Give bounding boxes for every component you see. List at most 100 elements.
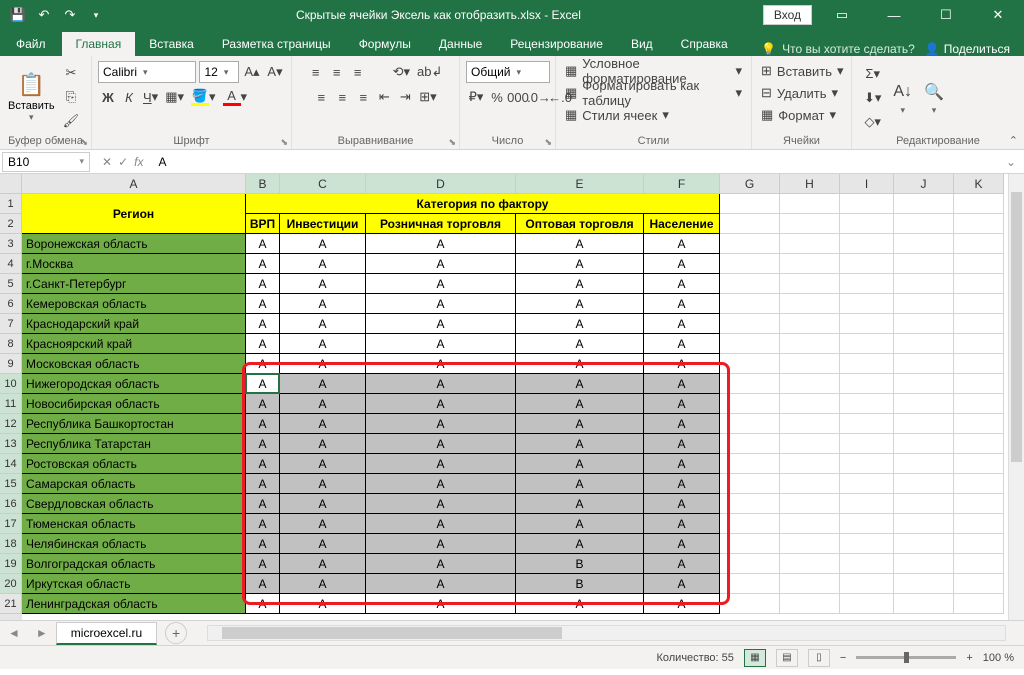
cell[interactable]: А (644, 334, 720, 354)
indent-inc-icon[interactable]: ⇥ (395, 86, 415, 108)
align-mid-icon[interactable]: ≡ (327, 61, 347, 83)
collapse-ribbon-icon[interactable]: ⌃ (1009, 134, 1018, 147)
row-header-12[interactable]: 12 (0, 414, 22, 434)
clear-icon[interactable]: ◇▾ (861, 111, 884, 133)
sort-filter-icon[interactable]: A↓ (890, 81, 915, 103)
cell[interactable]: А (280, 334, 366, 354)
cell[interactable]: Регион (22, 194, 246, 234)
cell[interactable]: Красноярский край (22, 334, 246, 354)
cell[interactable]: А (366, 314, 516, 334)
cell[interactable]: А (280, 494, 366, 514)
cell[interactable]: А (644, 394, 720, 414)
cell[interactable]: А (516, 514, 644, 534)
cell[interactable]: А (246, 394, 280, 414)
cell[interactable] (954, 494, 1004, 514)
cell[interactable]: В (516, 554, 644, 574)
cell[interactable] (954, 594, 1004, 614)
cell[interactable]: А (644, 514, 720, 534)
cell[interactable]: Нижегородская область (22, 374, 246, 394)
minimize-icon[interactable]: — (872, 0, 916, 30)
cell[interactable]: А (366, 534, 516, 554)
cell[interactable]: А (516, 414, 644, 434)
cell[interactable]: А (644, 294, 720, 314)
cell[interactable] (780, 394, 840, 414)
cell[interactable] (780, 494, 840, 514)
cell[interactable]: А (280, 514, 366, 534)
cell[interactable] (840, 414, 894, 434)
cell[interactable]: Республика Башкортостан (22, 414, 246, 434)
col-header-D[interactable]: D (366, 174, 516, 194)
cell[interactable]: А (644, 354, 720, 374)
cell[interactable]: А (366, 234, 516, 254)
format-painter-icon[interactable]: 🖌 (60, 110, 83, 132)
cell-styles-button[interactable]: ▦Стили ячеек▾ (562, 104, 745, 126)
cell[interactable]: Воронежская область (22, 234, 246, 254)
cell[interactable]: А (280, 354, 366, 374)
row-header-2[interactable]: 2 (0, 214, 22, 234)
thousands-icon[interactable]: 000 (508, 86, 528, 108)
cell[interactable]: А (366, 474, 516, 494)
row-header-21[interactable]: 21 (0, 594, 22, 614)
cell[interactable]: Иркутская область (22, 574, 246, 594)
italic-icon[interactable]: К (119, 86, 139, 108)
cell[interactable]: А (516, 374, 644, 394)
cell[interactable] (720, 334, 780, 354)
cell[interactable]: А (246, 234, 280, 254)
dec-inc-icon[interactable]: .0→ (529, 86, 549, 108)
row-header-14[interactable]: 14 (0, 454, 22, 474)
cell[interactable]: Категория по фактору (246, 194, 720, 214)
cell[interactable] (954, 554, 1004, 574)
cell[interactable]: А (644, 474, 720, 494)
login-button[interactable]: Вход (763, 5, 812, 25)
cell[interactable]: А (644, 554, 720, 574)
cell[interactable]: Краснодарский край (22, 314, 246, 334)
cell[interactable] (894, 514, 954, 534)
row-header-8[interactable]: 8 (0, 334, 22, 354)
col-header-J[interactable]: J (894, 174, 954, 194)
dec-dec-icon[interactable]: ←.0 (550, 86, 570, 108)
cell[interactable]: А (366, 494, 516, 514)
cell[interactable] (780, 294, 840, 314)
cell[interactable]: Московская область (22, 354, 246, 374)
col-header-K[interactable]: K (954, 174, 1004, 194)
cell[interactable] (840, 434, 894, 454)
cell[interactable]: Ленинградская область (22, 594, 246, 614)
cell[interactable] (720, 574, 780, 594)
cell[interactable] (780, 474, 840, 494)
delete-cells-button[interactable]: ⊟Удалить▾ (758, 82, 845, 104)
cell[interactable]: А (246, 534, 280, 554)
cell[interactable]: А (516, 474, 644, 494)
row-header-11[interactable]: 11 (0, 394, 22, 414)
increase-font-icon[interactable]: A▴ (242, 61, 262, 83)
cell[interactable]: А (280, 274, 366, 294)
cell[interactable] (720, 254, 780, 274)
cell[interactable] (720, 374, 780, 394)
cell[interactable]: А (516, 234, 644, 254)
cell[interactable] (720, 234, 780, 254)
wrap-text-icon[interactable]: ab↲ (414, 61, 445, 83)
cell[interactable]: А (366, 434, 516, 454)
maximize-icon[interactable]: ☐ (924, 0, 968, 30)
tab-data[interactable]: Данные (425, 32, 496, 56)
cell[interactable] (954, 294, 1004, 314)
cell[interactable] (840, 194, 894, 214)
align-right-icon[interactable]: ≡ (353, 86, 373, 108)
cell[interactable] (780, 414, 840, 434)
cell[interactable]: А (644, 254, 720, 274)
select-all-corner[interactable] (0, 174, 22, 194)
cell[interactable]: Самарская область (22, 474, 246, 494)
cell[interactable]: А (516, 534, 644, 554)
horizontal-scrollbar[interactable] (207, 625, 1006, 641)
cell[interactable] (720, 494, 780, 514)
view-pagelayout-icon[interactable]: ▤ (776, 649, 798, 667)
name-box[interactable]: B10▾ (2, 152, 90, 172)
next-sheet-icon[interactable]: ► (28, 626, 56, 640)
cell[interactable] (780, 254, 840, 274)
cell[interactable]: А (366, 574, 516, 594)
merge-icon[interactable]: ⊞▾ (416, 86, 439, 108)
cell[interactable] (720, 534, 780, 554)
cell[interactable]: А (516, 274, 644, 294)
cell[interactable]: А (644, 314, 720, 334)
cell[interactable] (840, 574, 894, 594)
align-top-icon[interactable]: ≡ (306, 61, 326, 83)
